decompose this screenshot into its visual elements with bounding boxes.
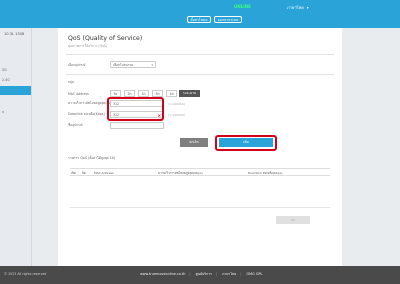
download-hint: (1-100000) bbox=[168, 113, 185, 117]
status-online: ONLINE bbox=[234, 4, 251, 9]
table-body bbox=[70, 176, 330, 208]
delete-button[interactable]: ลบ bbox=[276, 216, 310, 224]
footer: © 2023 All rights reserved www.truemoveo… bbox=[0, 266, 400, 284]
group-label: กลุ่ม bbox=[68, 80, 74, 84]
chevron-down-icon: ▾ bbox=[306, 5, 309, 10]
cancel-button[interactable]: ยกเลิก bbox=[180, 138, 208, 147]
upload-hint: (1-100000) bbox=[168, 102, 185, 106]
top-bar: ONLINE ภาษาไทย ▾ ตั้งค่าโหมด ออกจากระบบ bbox=[0, 0, 400, 28]
divider bbox=[66, 54, 334, 55]
mac-label: MAC Address bbox=[68, 92, 89, 96]
device-select[interactable]: เลือกโปรแกรม ▾ bbox=[110, 61, 156, 68]
page-title: QoS (Quality of Service) bbox=[68, 35, 143, 42]
sidebar-item-5g[interactable]: 5G bbox=[2, 68, 30, 72]
page-subtitle: คุณภาพการให้บริการ (QoS) bbox=[68, 44, 108, 48]
column-header: MAC Address bbox=[94, 171, 114, 175]
duration-option-1d[interactable]: 1d bbox=[166, 90, 177, 97]
device-select-value: เลือกโปรแกรม bbox=[113, 63, 134, 67]
download-label: Downlink คงเหลือ(Kbps) bbox=[68, 112, 105, 116]
sidebar-item-2g[interactable]: 2.4G bbox=[2, 78, 30, 82]
duration-option-selected[interactable]: ระยะนาน bbox=[179, 90, 200, 97]
chevron-down-icon: ▾ bbox=[151, 63, 153, 67]
qos-list-title: รายการ QoS (ตั้งค่าได้สูงสุด 10) bbox=[68, 156, 116, 160]
duration-option-5s[interactable]: 5s bbox=[110, 90, 121, 97]
footer-link[interactable]: ภาษาไทย bbox=[222, 272, 236, 276]
footer-links: www.truemoveonline.co.th | ศูนย์บริการ | ภ… bbox=[140, 272, 263, 276]
footer-link[interactable]: www.truemoveonline.co.th bbox=[140, 272, 185, 276]
footer-link[interactable]: OMG GPL bbox=[247, 272, 263, 276]
main-panel: QoS (Quality of Service) คุณภาพการให้บริ… bbox=[58, 28, 342, 266]
device-name-input[interactable] bbox=[110, 122, 164, 129]
device-label: เลือกอุปกรณ์ bbox=[68, 63, 86, 67]
duration-option-5h[interactable]: 5h bbox=[152, 90, 163, 97]
copyright: © 2023 All rights reserved bbox=[4, 272, 47, 276]
setting-mode-button[interactable]: ตั้งค่าโหมด bbox=[187, 16, 211, 23]
language-selector[interactable]: ภาษาไทย ▾ bbox=[287, 4, 309, 11]
duration-option-1h[interactable]: 1h bbox=[138, 90, 149, 97]
sidebar: 10.3L 1308 5G 2.4G n bbox=[0, 28, 32, 266]
logout-button[interactable]: ออกจากระบบ bbox=[214, 16, 242, 23]
highlight-box bbox=[215, 135, 277, 151]
sidebar-item-active[interactable] bbox=[0, 86, 31, 95]
footer-link[interactable]: ศูนย์บริการ bbox=[196, 272, 212, 276]
sidebar-item-n[interactable]: n bbox=[2, 110, 30, 114]
highlight-box bbox=[107, 97, 164, 121]
sidebar-title: 10.3L 1308 bbox=[4, 32, 25, 36]
duration-option-2h[interactable]: 2h bbox=[124, 90, 135, 97]
language-label: ภาษาไทย bbox=[287, 5, 304, 10]
table-header: เปิด ปิด MAC Address ความเร็วการอัพโหลดส… bbox=[70, 168, 330, 176]
device-name-label: ชื่ออุปกรณ์ bbox=[68, 123, 83, 127]
divider bbox=[66, 74, 334, 75]
